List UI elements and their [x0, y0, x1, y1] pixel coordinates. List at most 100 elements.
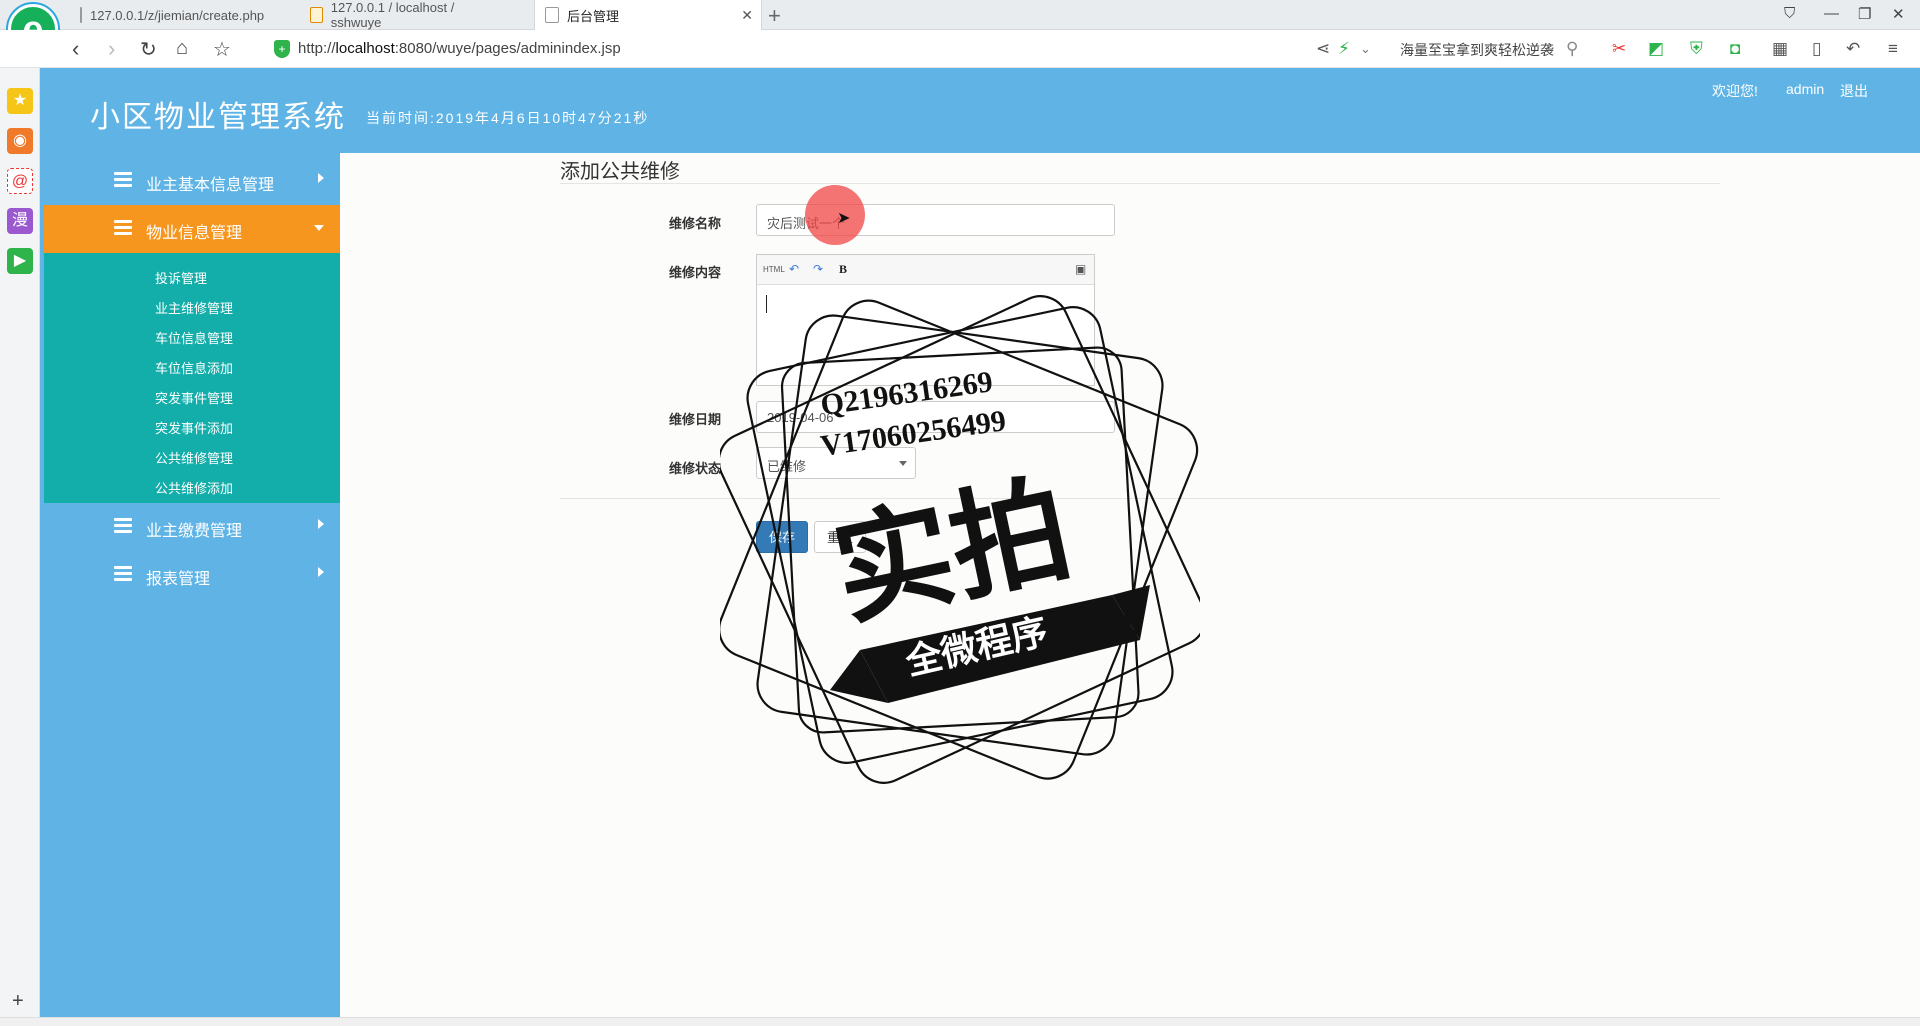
- weibo-icon[interactable]: ◉: [7, 128, 33, 154]
- submenu: 投诉管理 业主维修管理 车位信息管理 车位信息添加 突发事件管理 突发事件添加 …: [44, 253, 340, 503]
- star-icon[interactable]: ★: [7, 88, 33, 114]
- sidebar: 业主基本信息管理 物业信息管理 投诉管理 业主维修管理 车位信息管理 车位信息添…: [40, 153, 340, 1017]
- repair-date-input[interactable]: 2019-04-06: [756, 401, 1115, 433]
- undo-icon[interactable]: ↶: [789, 262, 799, 276]
- search-icon[interactable]: ⚲: [1566, 39, 1578, 59]
- menu-label: 业主基本信息管理: [146, 177, 275, 194]
- save-button[interactable]: 保存: [756, 521, 808, 553]
- refresh-icon[interactable]: ↻: [140, 37, 157, 62]
- plus-icon[interactable]: +: [12, 990, 24, 1013]
- main-content: 添加公共维修 维修名称 灾后测试一个 维修内容 HTML ↶ ↷ B ▣ 维修日…: [340, 153, 1920, 1017]
- share-icon[interactable]: ⋖: [1316, 39, 1330, 59]
- home-icon[interactable]: ⌂: [176, 37, 188, 60]
- back-icon[interactable]: ‹: [72, 36, 79, 62]
- submenu-emergency-manage[interactable]: 突发事件管理: [155, 388, 233, 407]
- forward-icon[interactable]: ›: [108, 36, 115, 62]
- address-bar: ‹ › ↻ ⌂ ☆ + http://localhost:8080/wuye/p…: [0, 30, 1920, 68]
- browser-tab-3[interactable]: 后台管理 ✕: [534, 0, 762, 30]
- logout-link[interactable]: 退出: [1840, 81, 1868, 101]
- select-value: 已维修: [767, 459, 807, 474]
- comic-icon[interactable]: 漫: [7, 208, 33, 234]
- app-title: 小区物业管理系统: [90, 101, 346, 134]
- reset-button[interactable]: 重置: [814, 521, 866, 553]
- submenu-parking-add[interactable]: 车位信息添加: [155, 358, 233, 377]
- url-field[interactable]: http://localhost:8080/wuye/pages/adminin…: [298, 40, 621, 57]
- minimize-icon[interactable]: —: [1824, 5, 1839, 22]
- apps-icon[interactable]: ▦: [1772, 39, 1788, 59]
- page-title: 添加公共维修: [560, 161, 680, 183]
- divider: [560, 183, 1720, 184]
- submenu-parking-manage[interactable]: 车位信息管理: [155, 328, 233, 347]
- search-suggestion[interactable]: 海量至宝拿到爽轻松逆袭: [1400, 40, 1554, 60]
- click-indicator: [805, 185, 865, 245]
- stack-icon: [114, 566, 132, 582]
- game-icon[interactable]: ◘: [1730, 39, 1740, 59]
- bold-button[interactable]: B: [839, 262, 847, 277]
- menu-property-info[interactable]: 物业信息管理: [44, 205, 340, 253]
- redo-icon[interactable]: ↷: [813, 262, 823, 276]
- tab-label: 127.0.0.1/z/jiemian/create.php: [90, 7, 265, 23]
- close-tab-icon[interactable]: ✕: [741, 7, 753, 24]
- mail-icon[interactable]: @: [7, 168, 33, 194]
- submenu-complaints[interactable]: 投诉管理: [155, 268, 207, 287]
- html-source-button[interactable]: HTML: [763, 265, 785, 274]
- app-header: 小区物业管理系统 当前时间:2019年4月6日10时47分21秒 欢迎您! ad…: [40, 68, 1920, 153]
- menu-label: 报表管理: [146, 571, 211, 588]
- tablet-icon[interactable]: ▯: [1812, 39, 1821, 59]
- editor-toolbar: HTML ↶ ↷ B ▣: [757, 255, 1094, 285]
- stack-icon: [114, 518, 132, 534]
- lightning-icon[interactable]: ⚡: [1338, 39, 1350, 59]
- menu-owner-info[interactable]: 业主基本信息管理: [44, 157, 340, 205]
- menu-payments[interactable]: 业主缴费管理: [44, 503, 340, 551]
- shirt-icon[interactable]: ⛉: [1784, 5, 1795, 22]
- caret-down-icon: [314, 225, 324, 231]
- fullscreen-icon[interactable]: ▣: [1075, 262, 1086, 276]
- caret-right-icon: [318, 173, 324, 183]
- rich-text-editor[interactable]: HTML ↶ ↷ B ▣: [756, 254, 1095, 386]
- chevron-down-icon[interactable]: ⌄: [1360, 41, 1371, 57]
- repair-name-label: 维修名称: [669, 216, 722, 231]
- repair-status-label: 维修状态: [669, 461, 722, 476]
- new-tab-button[interactable]: +: [768, 3, 781, 29]
- caret-right-icon: [318, 519, 324, 529]
- favorite-icon[interactable]: ☆: [213, 37, 231, 62]
- security-icon[interactable]: ⛨: [1690, 39, 1703, 59]
- submenu-public-repair-add[interactable]: 公共维修添加: [155, 478, 233, 497]
- submenu-owner-repair[interactable]: 业主维修管理: [155, 298, 233, 317]
- page-icon: [545, 7, 559, 23]
- submenu-emergency-add[interactable]: 突发事件添加: [155, 418, 233, 437]
- stack-icon: [114, 220, 132, 236]
- repair-status-select[interactable]: 已维修: [756, 447, 916, 479]
- chevron-down-icon: [899, 461, 907, 466]
- page-icon: [80, 7, 82, 23]
- text-caret: [766, 295, 767, 313]
- divider: [560, 498, 1720, 499]
- repair-content-label: 维修内容: [669, 265, 722, 280]
- welcome-text: 欢迎您!: [1712, 83, 1758, 99]
- stack-icon: [114, 172, 132, 188]
- phpmyadmin-icon: [310, 7, 323, 23]
- browser-sidebar-dock: ★ ◉ @ 漫 ▶: [0, 68, 40, 1018]
- browser-tab-bar: 127.0.0.1/z/jiemian/create.php 127.0.0.1…: [0, 0, 1920, 30]
- browser-tab-2[interactable]: 127.0.0.1 / localhost / sshwuye: [300, 0, 500, 30]
- restore-icon[interactable]: ❐: [1858, 5, 1871, 23]
- close-window-icon[interactable]: ✕: [1892, 5, 1905, 23]
- cursor-icon: ➤: [837, 210, 851, 227]
- repair-date-label: 维修日期: [669, 412, 722, 427]
- menu-reports[interactable]: 报表管理: [44, 551, 340, 599]
- user-link[interactable]: admin: [1786, 81, 1824, 97]
- undo-icon[interactable]: ↶: [1846, 39, 1860, 59]
- menu-icon[interactable]: ≡: [1888, 39, 1898, 59]
- tab-label: 127.0.0.1 / localhost / sshwuye: [330, 0, 455, 30]
- submenu-public-repair-manage[interactable]: 公共维修管理: [155, 448, 233, 467]
- scissors-icon[interactable]: ✂: [1612, 39, 1626, 59]
- browser-tab-1[interactable]: 127.0.0.1/z/jiemian/create.php: [70, 0, 270, 30]
- translate-icon[interactable]: ◩: [1648, 39, 1664, 59]
- menu-label: 物业信息管理: [146, 225, 243, 242]
- video-icon[interactable]: ▶: [7, 248, 33, 274]
- shield-icon: +: [274, 40, 290, 58]
- tab-label: 后台管理: [567, 8, 620, 24]
- browser-status-bar: [0, 1017, 1920, 1026]
- current-time: 当前时间:2019年4月6日10时47分21秒: [366, 110, 650, 126]
- caret-right-icon: [318, 567, 324, 577]
